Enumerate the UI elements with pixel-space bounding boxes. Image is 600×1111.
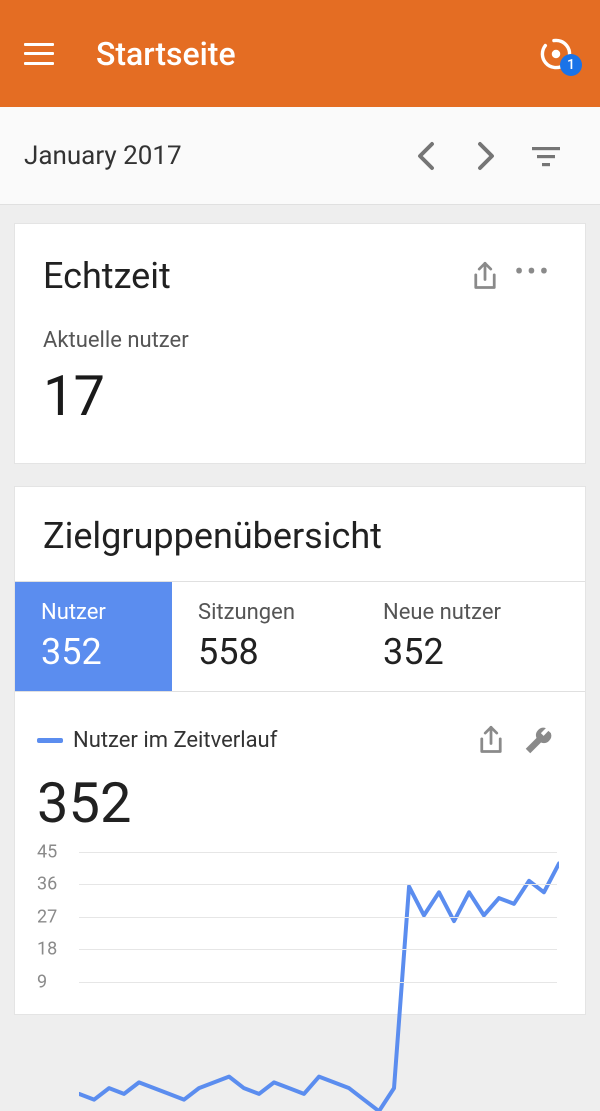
tab-value: 352 [41,631,146,673]
share-icon[interactable] [461,252,509,300]
tab-value: 352 [383,631,501,673]
tab-sessions[interactable]: Sitzungen 558 [172,582,357,691]
more-icon[interactable]: ••• [509,252,557,300]
legend-label: Nutzer im Zeitverlauf [73,728,277,753]
next-period-button[interactable] [456,126,516,186]
audience-card: Zielgruppenübersicht Nutzer 352 Sitzunge… [14,486,586,1015]
prev-period-button[interactable] [396,126,456,186]
tab-label: Nutzer [41,600,146,625]
tab-label: Neue nutzer [383,600,501,625]
audience-title: Zielgruppenübersicht [15,515,585,557]
y-axis-tick: 9 [37,971,47,992]
legend-swatch [37,738,63,743]
realtime-subtitle: Aktuelle nutzer [43,328,557,353]
y-axis-tick: 36 [37,874,57,895]
realtime-value: 17 [43,363,557,429]
chart-total: 352 [37,770,563,836]
metric-tabs: Nutzer 352 Sitzungen 558 Neue nutzer 352 [15,581,585,692]
app-header: Startseite 1 [0,0,600,107]
page-title: Startseite [96,35,536,73]
tab-label: Sitzungen [198,600,331,625]
notification-badge: 1 [560,54,582,76]
tab-value: 558 [198,631,331,673]
chart-legend: Nutzer im Zeitverlauf [37,728,467,753]
realtime-title: Echtzeit [43,255,461,297]
chart-section: Nutzer im Zeitverlauf 352 9 18 27 36 45 [15,692,585,1014]
date-range-label[interactable]: January 2017 [24,141,396,171]
wrench-icon[interactable] [515,716,563,764]
line-chart: 918273645 [37,852,563,1014]
tab-users[interactable]: Nutzer 352 [15,582,172,691]
y-axis-tick: 45 [37,842,57,863]
y-axis-tick: 18 [37,939,57,960]
account-button[interactable]: 1 [536,34,576,74]
y-axis-tick: 27 [37,906,57,927]
realtime-card: Echtzeit ••• Aktuelle nutzer 17 [14,223,586,464]
date-range-bar: January 2017 [0,107,600,205]
tab-new-users[interactable]: Neue nutzer 352 [357,582,527,691]
share-icon[interactable] [467,716,515,764]
menu-icon[interactable] [24,43,54,65]
filter-icon[interactable] [516,126,576,186]
